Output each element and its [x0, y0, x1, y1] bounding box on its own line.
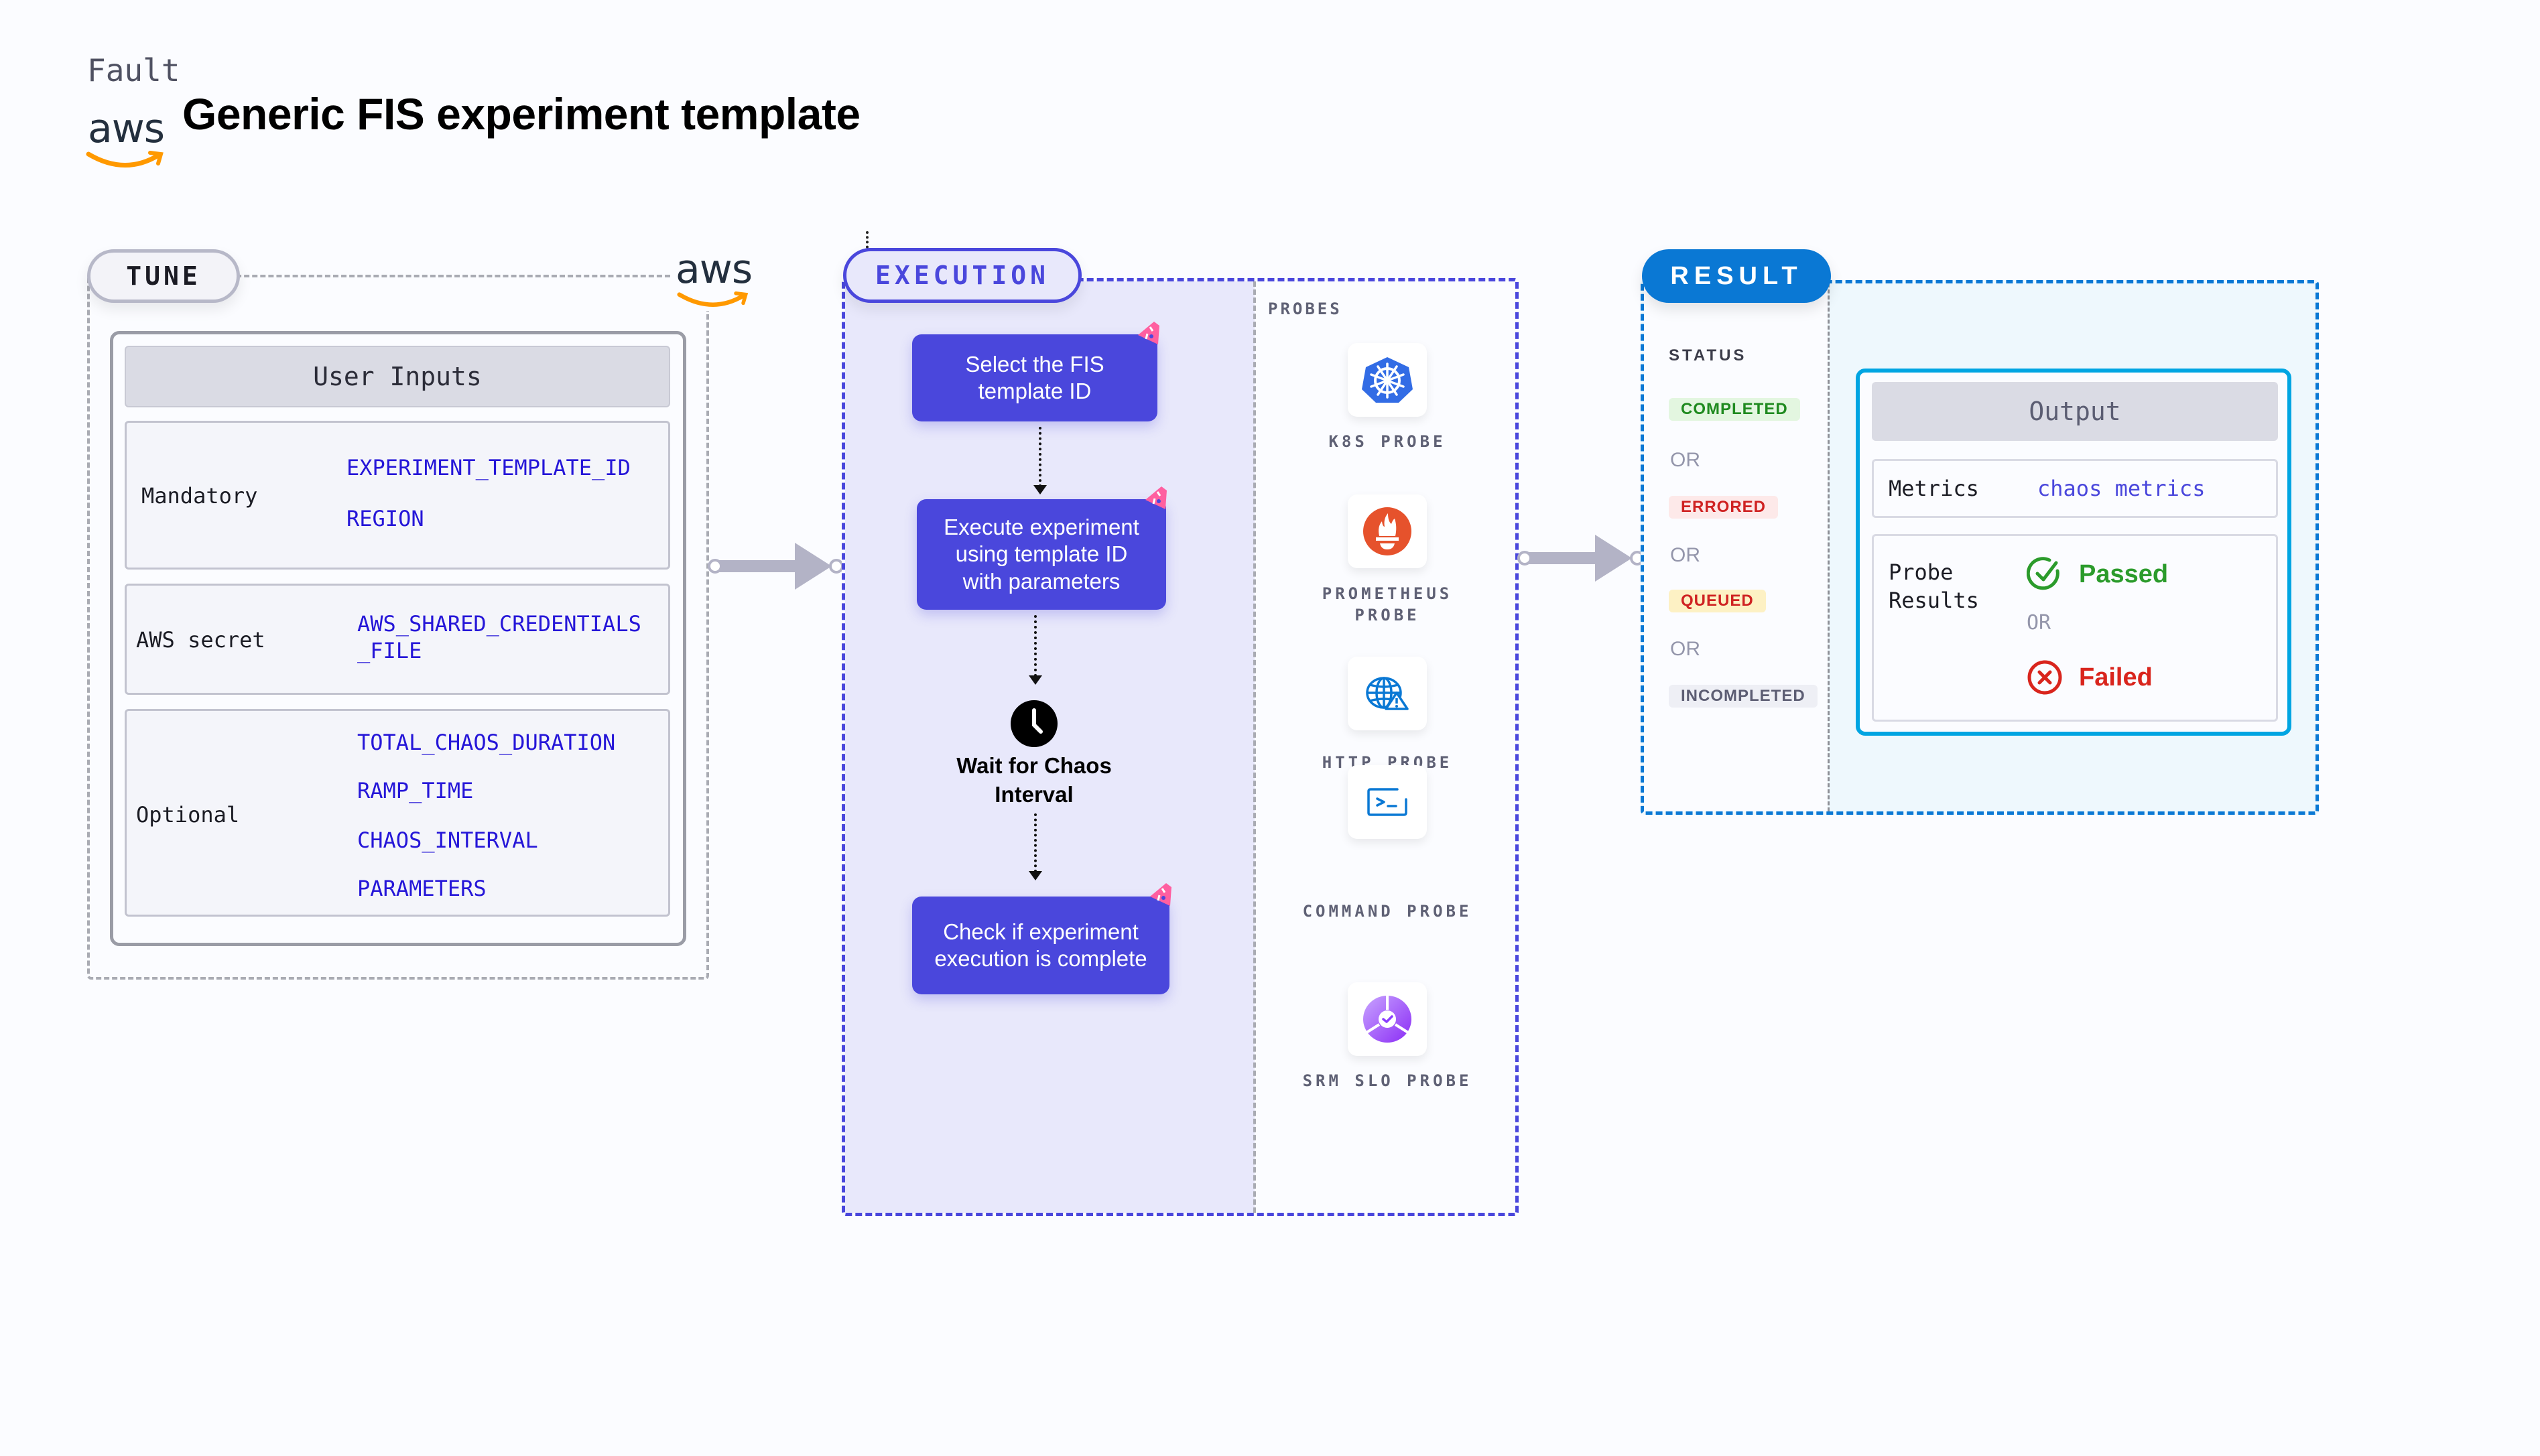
result-pill: RESULT: [1642, 249, 1831, 303]
result-divider: [1828, 283, 1830, 811]
probe-tile-command[interactable]: [1348, 765, 1427, 839]
step-execute-experiment: Execute experiment using template ID wit…: [917, 499, 1166, 610]
probe-tile-http[interactable]: [1348, 657, 1427, 730]
x-circle-icon: [2027, 660, 2062, 695]
param-region: REGION: [346, 506, 424, 531]
status-badge-incompleted: INCOMPLETED: [1669, 685, 1818, 708]
tune-pill: TUNE: [87, 249, 240, 303]
check-circle-icon: [2027, 557, 2059, 590]
probe-label: SRM SLO PROBE: [1302, 1071, 1472, 1090]
metrics-label: Metrics: [1889, 476, 1979, 501]
status-badge-queued: QUEUED: [1669, 590, 1766, 612]
category-label: Fault: [87, 52, 180, 88]
group-label: Optional: [136, 802, 240, 828]
status-title: STATUS: [1669, 346, 1747, 365]
status-badge-errored: ERRORED: [1669, 496, 1779, 519]
chaos-step-icon: [1145, 486, 1167, 509]
chaos-step-icon: [1150, 883, 1171, 906]
or-label: OR: [1670, 544, 1700, 566]
flow-connector: [1034, 615, 1037, 677]
metrics-value: chaos metrics: [2037, 476, 2206, 501]
input-group-mandatory: Mandatory EXPERIMENT_TEMPLATE_ID REGION: [125, 421, 670, 570]
slo-icon: [1363, 995, 1411, 1043]
arrow-tune-to-execution: [708, 543, 844, 590]
aws-logo: aws: [86, 109, 166, 169]
probe-results-label: Probe Results: [1889, 559, 1979, 613]
prometheus-icon: [1363, 507, 1411, 555]
kubernetes-icon: [1362, 357, 1413, 403]
param-chaos-interval: CHAOS_INTERVAL: [357, 828, 538, 853]
aws-smile-icon: [677, 291, 749, 307]
step-select-template: Select the FIS template ID: [912, 334, 1157, 421]
or-label: OR: [1670, 638, 1700, 660]
arrow-down-icon: [1029, 675, 1042, 685]
probe-tile-k8s[interactable]: [1348, 343, 1427, 417]
param-aws-shared-credentials: AWS_SHARED_CREDENTIALS: [357, 611, 641, 637]
param-experiment-template-id: EXPERIMENT_TEMPLATE_ID: [346, 455, 631, 480]
input-group-optional: Optional TOTAL_CHAOS_DURATION RAMP_TIME …: [125, 709, 670, 917]
globe-warning-icon: [1366, 677, 1409, 710]
arrow-execution-to-result: [1517, 535, 1645, 582]
input-group-aws-secret: AWS secret AWS_SHARED_CREDENTIALS _FILE: [125, 584, 670, 695]
step-check-completion: Check if experiment execution is complet…: [912, 897, 1169, 994]
step-text: Select the FIS template ID: [965, 351, 1104, 403]
group-label: AWS secret: [136, 627, 265, 653]
probe-label: COMMAND PROBE: [1302, 902, 1472, 921]
probe-label: PROMETHEUS PROBE: [1322, 584, 1453, 625]
arrow-down-icon: [1033, 485, 1047, 494]
probe-results-row: Probe Results Passed OR Failed: [1872, 534, 2278, 722]
probe-result-failed: Failed: [2027, 659, 2153, 696]
page-title: Generic FIS experiment template: [182, 89, 861, 139]
user-inputs-title: User Inputs: [125, 346, 670, 407]
tune-frame-top: [228, 275, 670, 277]
probes-title: PROBES: [1268, 300, 1342, 318]
flow-connector: [1039, 427, 1041, 487]
clock-icon: [1011, 700, 1058, 747]
terminal-icon: [1367, 788, 1407, 816]
execution-divider: [1253, 281, 1256, 1213]
or-label: OR: [2027, 611, 2051, 635]
step-text: Check if experiment execution is complet…: [934, 919, 1147, 971]
probe-result-passed: Passed: [2027, 556, 2168, 592]
group-label: Mandatory: [141, 483, 258, 509]
chaos-step-icon: [1138, 322, 1159, 344]
param-total-chaos-duration: TOTAL_CHAOS_DURATION: [357, 730, 616, 755]
param-parameters: PARAMETERS: [357, 876, 487, 901]
status-badge-completed: COMPLETED: [1669, 398, 1800, 421]
execution-pill: EXECUTION: [843, 248, 1082, 303]
step-wait-chaos-interval: Wait for Chaos Interval: [956, 753, 1112, 807]
step-text: Execute experiment using template ID wit…: [944, 515, 1139, 594]
param-ramp-time: RAMP_TIME: [357, 778, 474, 803]
probe-tile-srm-slo[interactable]: [1348, 982, 1427, 1056]
or-label: OR: [1670, 449, 1700, 471]
arrow-down-icon: [1029, 871, 1042, 880]
metrics-row: Metrics chaos metrics: [1872, 459, 2278, 518]
probe-tile-prometheus[interactable]: [1348, 494, 1427, 568]
output-title: Output: [1872, 382, 2278, 441]
probe-label: K8S PROBE: [1328, 432, 1446, 451]
param-aws-shared-credentials-file: _FILE: [357, 638, 422, 663]
aws-logo-tune: aws: [670, 247, 758, 311]
aws-smile-icon: [86, 151, 164, 168]
flow-connector: [1034, 813, 1037, 872]
